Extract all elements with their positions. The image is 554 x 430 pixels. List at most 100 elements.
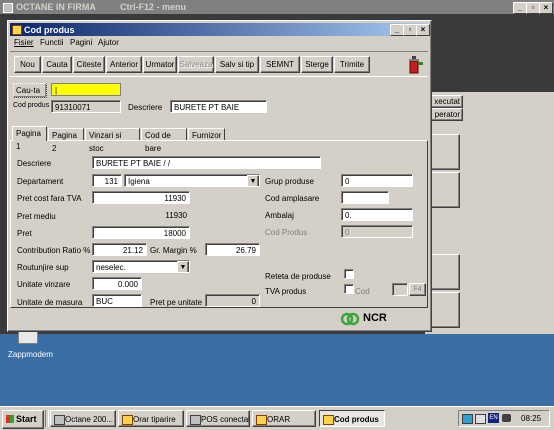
contribution-ratio-label: Contribution Ratio %: [17, 246, 91, 255]
grup-produse-label: Grup produse: [265, 177, 314, 186]
pos-conectat-task-icon: [190, 415, 201, 425]
restore-button[interactable]: ▫: [403, 24, 417, 36]
task-cod-produs[interactable]: Cod produs: [319, 410, 385, 427]
background-side-tile-4[interactable]: [430, 292, 460, 328]
background-side-tile-1[interactable]: [430, 134, 460, 170]
background-side-button-executat[interactable]: xecutat: [427, 95, 463, 108]
rotunjire-select[interactable]: neselec. ▼: [92, 260, 190, 273]
task-octane-label: Octane 200...: [65, 415, 114, 424]
task-orar[interactable]: ORAR: [252, 410, 316, 427]
cod-produs-value: 91310071: [51, 100, 121, 113]
descriere-search-label: Descriere: [128, 103, 163, 112]
desktop-icon-zappmodem[interactable]: Zappmodem: [8, 330, 68, 362]
unitate-masura-input[interactable]: BUC: [92, 294, 142, 307]
trash-bin-icon[interactable]: [406, 54, 424, 74]
window-footer: NCR: [10, 309, 428, 329]
rotunjire-dropdown-arrow-icon[interactable]: ▼: [177, 261, 189, 272]
task-octane[interactable]: Octane 200...: [50, 410, 116, 427]
gr-margin-label: Gr. Margin %: [150, 246, 197, 255]
f4-button[interactable]: F4: [409, 283, 426, 296]
background-app-icon: [3, 3, 13, 13]
monitor-tray-icon[interactable]: [462, 414, 473, 424]
background-side-button-operator[interactable]: perator: [427, 108, 463, 121]
descriere-input[interactable]: BURETE PT BAIE / /: [92, 156, 321, 169]
citeste-button[interactable]: Citeste: [73, 56, 105, 73]
contribution-ratio-input[interactable]: 21.12: [92, 243, 147, 256]
background-app-titlebar: OCTANE IN FIRMA Ctrl-F12 - menu _ ▫ ×: [0, 0, 554, 14]
task-pos-conectat[interactable]: POS conectat: [186, 410, 250, 427]
background-side-tile-3[interactable]: [430, 254, 460, 290]
descriere-search-input[interactable]: BURETE PT BAIE: [170, 100, 267, 113]
semnt-button[interactable]: SEMNT: [260, 56, 300, 73]
pret-mediu-value: 11930: [165, 211, 187, 220]
gr-margin-input[interactable]: 26.79: [205, 243, 260, 256]
printer-tray-icon[interactable]: [475, 414, 486, 424]
unitate-masura-label: Unitate de masura: [17, 298, 83, 307]
anterior-button[interactable]: Anterior: [106, 56, 142, 73]
cod-amplasare-input[interactable]: [341, 191, 389, 204]
cauta-field-label[interactable]: Cau-ta: [13, 83, 47, 98]
tva-produs-label: TVA produs: [265, 287, 307, 296]
orar-task-icon: [256, 415, 267, 425]
ncr-logo-text: NCR: [363, 312, 387, 324]
salveaza-button[interactable]: Salveaza: [178, 56, 214, 73]
pret-cost-input[interactable]: 11930: [92, 191, 190, 204]
background-app-lower-area: [0, 334, 554, 406]
ambalaj-label: Ambalaj: [265, 211, 294, 220]
orar-tiparire-task-icon: [122, 415, 133, 425]
zappmodem-label: Zappmodem: [8, 350, 53, 359]
ncr-logo-icon: [340, 311, 360, 327]
cauta-button[interactable]: Cauta: [42, 56, 72, 73]
start-button[interactable]: Start: [2, 410, 44, 429]
task-orar-tiparire[interactable]: Orar tiparire: [118, 410, 184, 427]
rotunjire-label: Routunjire sup: [17, 263, 69, 272]
tva-produs-checkbox[interactable]: [344, 284, 354, 294]
background-minimize-button[interactable]: _: [513, 2, 527, 14]
ambalaj-input[interactable]: 0.: [341, 208, 413, 221]
toolbar: Nou Cauta Citeste Anterior Urmator Salve…: [10, 51, 428, 77]
tab-pagina-1[interactable]: Pagina 1: [12, 126, 47, 151]
pret-label: Pret: [17, 229, 32, 238]
menu-ajutor[interactable]: Ajutor: [98, 38, 119, 47]
cauta-field-label-text: Cau-ta: [16, 86, 41, 95]
trimite-button[interactable]: Trimite: [334, 56, 370, 73]
tva-cod-label: Cod: [355, 287, 370, 296]
task-pos-conectat-label: POS conectat: [201, 415, 250, 424]
tva-cod-input: [392, 283, 408, 296]
cod-produs-task-icon: [323, 415, 334, 425]
reteta-checkbox[interactable]: [344, 269, 354, 279]
background-side-tile-2[interactable]: [430, 172, 460, 208]
grup-produse-input[interactable]: 0: [341, 174, 413, 187]
background-restore-button[interactable]: ▫: [526, 2, 540, 14]
taskbar-separator: [45, 410, 49, 427]
close-button[interactable]: ×: [416, 24, 430, 36]
language-indicator[interactable]: EN: [488, 413, 499, 423]
task-orar-tiparire-label: Orar tiparire: [133, 415, 176, 424]
start-label: Start: [16, 414, 37, 424]
departament-select-value: Igiena: [128, 177, 150, 186]
pret-input[interactable]: 18000: [92, 226, 190, 239]
cod-produs-titlebar[interactable]: Cod produs _ ▫ ×: [10, 23, 430, 36]
reteta-label: Reteta de produse: [265, 272, 331, 281]
system-tray: EN 08:25: [458, 410, 550, 427]
departament-dropdown-arrow-icon[interactable]: ▼: [247, 175, 259, 186]
urmator-button[interactable]: Urmator: [143, 56, 177, 73]
nou-button[interactable]: Nou: [14, 56, 41, 73]
tab-page-1: Descriere BURETE PT BAIE / / Departament…: [10, 140, 428, 308]
salv-si-tip-button[interactable]: Salv si tip: [215, 56, 259, 73]
pret-pe-unitate-value: 0: [205, 294, 260, 307]
background-close-button[interactable]: ×: [539, 2, 553, 14]
network-tray-icon[interactable]: [502, 414, 511, 422]
unitate-vinzare-input[interactable]: 0.000: [92, 277, 142, 290]
cod-produs-field-value: 0: [341, 225, 413, 238]
cauta-input[interactable]: |: [51, 83, 121, 96]
departament-select[interactable]: Igiena ▼: [124, 174, 260, 187]
minimize-button[interactable]: _: [390, 24, 404, 36]
departament-code-input[interactable]: 131: [92, 174, 122, 187]
menu-pagini[interactable]: Pagini: [70, 38, 92, 47]
menu-bar: Fisier Functii Pagini Ajutor: [12, 38, 312, 49]
cod-produs-window: Cod produs _ ▫ × Fisier Functii Pagini A…: [7, 20, 432, 332]
menu-fisier[interactable]: Fisier: [14, 38, 34, 47]
menu-functii[interactable]: Functii: [40, 38, 64, 47]
sterge-button[interactable]: Sterge: [301, 56, 333, 73]
